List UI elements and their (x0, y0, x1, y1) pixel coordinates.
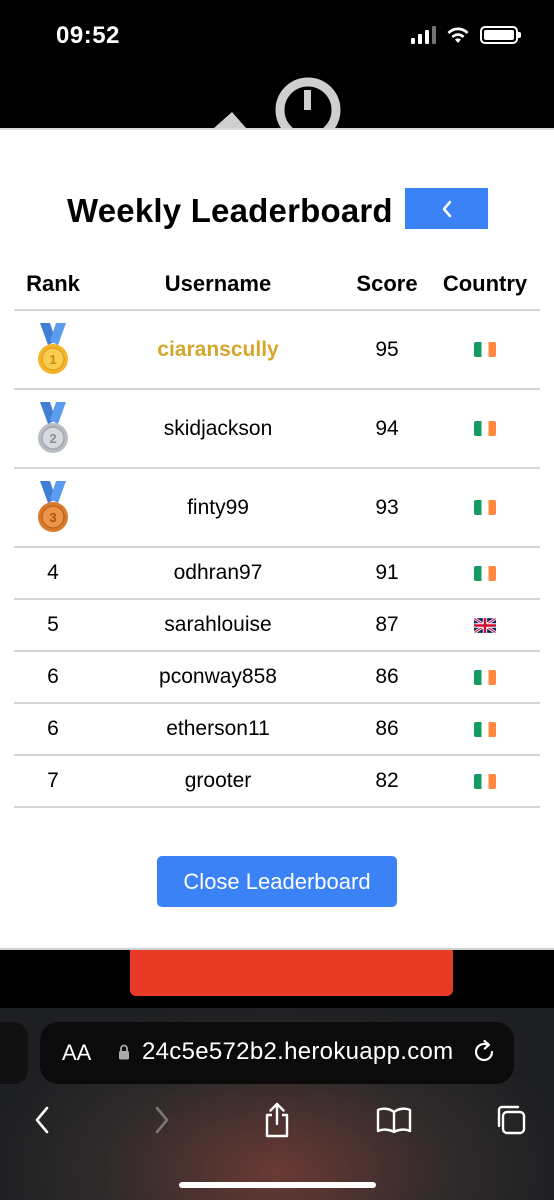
flag-ireland-icon (474, 342, 496, 358)
previous-tab-peek[interactable] (0, 1022, 28, 1084)
table-row: 5 sarahlouise 87 (14, 599, 540, 652)
flag-ireland-icon (474, 669, 496, 685)
back-icon (35, 1106, 49, 1134)
wifi-icon (447, 27, 469, 43)
rank-cell: 4 (14, 547, 92, 600)
header-rank: Rank (14, 258, 92, 311)
status-icons (411, 26, 521, 44)
leaderboard-table: Rank Username Score Country 1 ciaranscul… (14, 258, 540, 808)
flag-uk-icon (474, 617, 496, 633)
country-cell (430, 468, 540, 548)
table-row: 6 etherson11 86 (14, 703, 540, 756)
browser-nav-row (0, 1100, 554, 1140)
rank-cell: 6 (14, 651, 92, 704)
home-indicator[interactable] (179, 1182, 376, 1188)
browser-forward-button[interactable] (142, 1100, 182, 1140)
game-action-button[interactable] (130, 950, 453, 996)
score-cell: 93 (344, 468, 430, 548)
browser-back-button[interactable] (22, 1100, 62, 1140)
table-row: 6 pconway858 86 (14, 651, 540, 704)
table-row: 3 finty99 93 (14, 468, 540, 548)
svg-text:2: 2 (49, 431, 56, 446)
status-bar: 09:52 (0, 0, 554, 72)
rank-cell: 6 (14, 703, 92, 756)
table-row: 7 grooter 82 (14, 755, 540, 808)
score-cell: 91 (344, 547, 430, 600)
table-row: 2 skidjackson 94 (14, 389, 540, 469)
score-cell: 82 (344, 755, 430, 808)
browser-toolbar: AA 24c5e572b2.herokuapp.com (0, 1008, 554, 1200)
address-bar[interactable]: AA 24c5e572b2.herokuapp.com (40, 1022, 514, 1084)
country-cell (430, 599, 540, 652)
bookmarks-icon (376, 1107, 412, 1134)
modal-header: Weekly Leaderboard (0, 188, 554, 232)
flag-ireland-icon (474, 773, 496, 789)
username-cell: skidjackson (92, 389, 344, 469)
username-cell: odhran97 (92, 547, 344, 600)
header-country: Country (430, 258, 540, 311)
battery-icon (480, 26, 521, 44)
tabs-icon (497, 1105, 526, 1135)
country-cell (430, 389, 540, 469)
share-icon (265, 1102, 289, 1138)
close-leaderboard-button[interactable]: Close Leaderboard (157, 856, 397, 907)
reload-icon[interactable] (470, 1038, 498, 1066)
rank-cell: 5 (14, 599, 92, 652)
rank-cell: 1 (14, 310, 92, 390)
url-text[interactable]: 24c5e572b2.herokuapp.com (142, 1038, 453, 1066)
score-cell: 87 (344, 599, 430, 652)
score-cell: 94 (344, 389, 430, 469)
table-header-row: Rank Username Score Country (14, 258, 540, 311)
score-cell: 86 (344, 651, 430, 704)
gold-medal-icon: 1 (38, 322, 68, 374)
flag-ireland-icon (474, 565, 496, 581)
svg-text:3: 3 (49, 510, 56, 525)
forward-icon (155, 1106, 169, 1134)
username-cell: sarahlouise (92, 599, 344, 652)
rank-cell: 2 (14, 389, 92, 469)
rank-cell: 3 (14, 468, 92, 548)
rank-cell: 7 (14, 755, 92, 808)
background-timer-icon (214, 77, 341, 136)
browser-bookmarks-button[interactable] (374, 1100, 414, 1140)
header-score: Score (344, 258, 430, 311)
bronze-medal-icon: 3 (38, 480, 68, 532)
country-cell (430, 755, 540, 808)
username-cell: pconway858 (92, 651, 344, 704)
lock-icon (119, 1044, 129, 1060)
country-cell (430, 547, 540, 600)
silver-medal-icon: 2 (38, 401, 68, 453)
username-cell: etherson11 (92, 703, 344, 756)
flag-ireland-icon (474, 421, 496, 437)
username-cell: grooter (92, 755, 344, 808)
table-row: 1 ciaranscully 95 (14, 310, 540, 390)
country-cell (430, 651, 540, 704)
country-cell (430, 703, 540, 756)
modal-title: Weekly Leaderboard (67, 192, 393, 229)
cellular-signal-icon (411, 26, 436, 44)
status-time: 09:52 (56, 22, 120, 49)
score-cell: 86 (344, 703, 430, 756)
table-row: 4 odhran97 91 (14, 547, 540, 600)
header-username: Username (92, 258, 344, 311)
score-cell: 95 (344, 310, 430, 390)
text-size-button[interactable]: AA (62, 1040, 91, 1066)
username-cell: ciaranscully (92, 310, 344, 390)
svg-text:1: 1 (49, 352, 56, 367)
leaderboard-table-container[interactable]: Rank Username Score Country 1 ciaranscul… (14, 258, 540, 826)
back-button[interactable] (405, 188, 488, 229)
flag-ireland-icon (474, 721, 496, 737)
username-cell: finty99 (92, 468, 344, 548)
chevron-left-icon (442, 200, 451, 217)
browser-tabs-button[interactable] (491, 1100, 531, 1140)
country-cell (430, 310, 540, 390)
browser-share-button[interactable] (257, 1100, 297, 1140)
flag-ireland-icon (474, 500, 496, 516)
leaderboard-modal: Weekly Leaderboard Rank Username Score C… (0, 128, 554, 950)
